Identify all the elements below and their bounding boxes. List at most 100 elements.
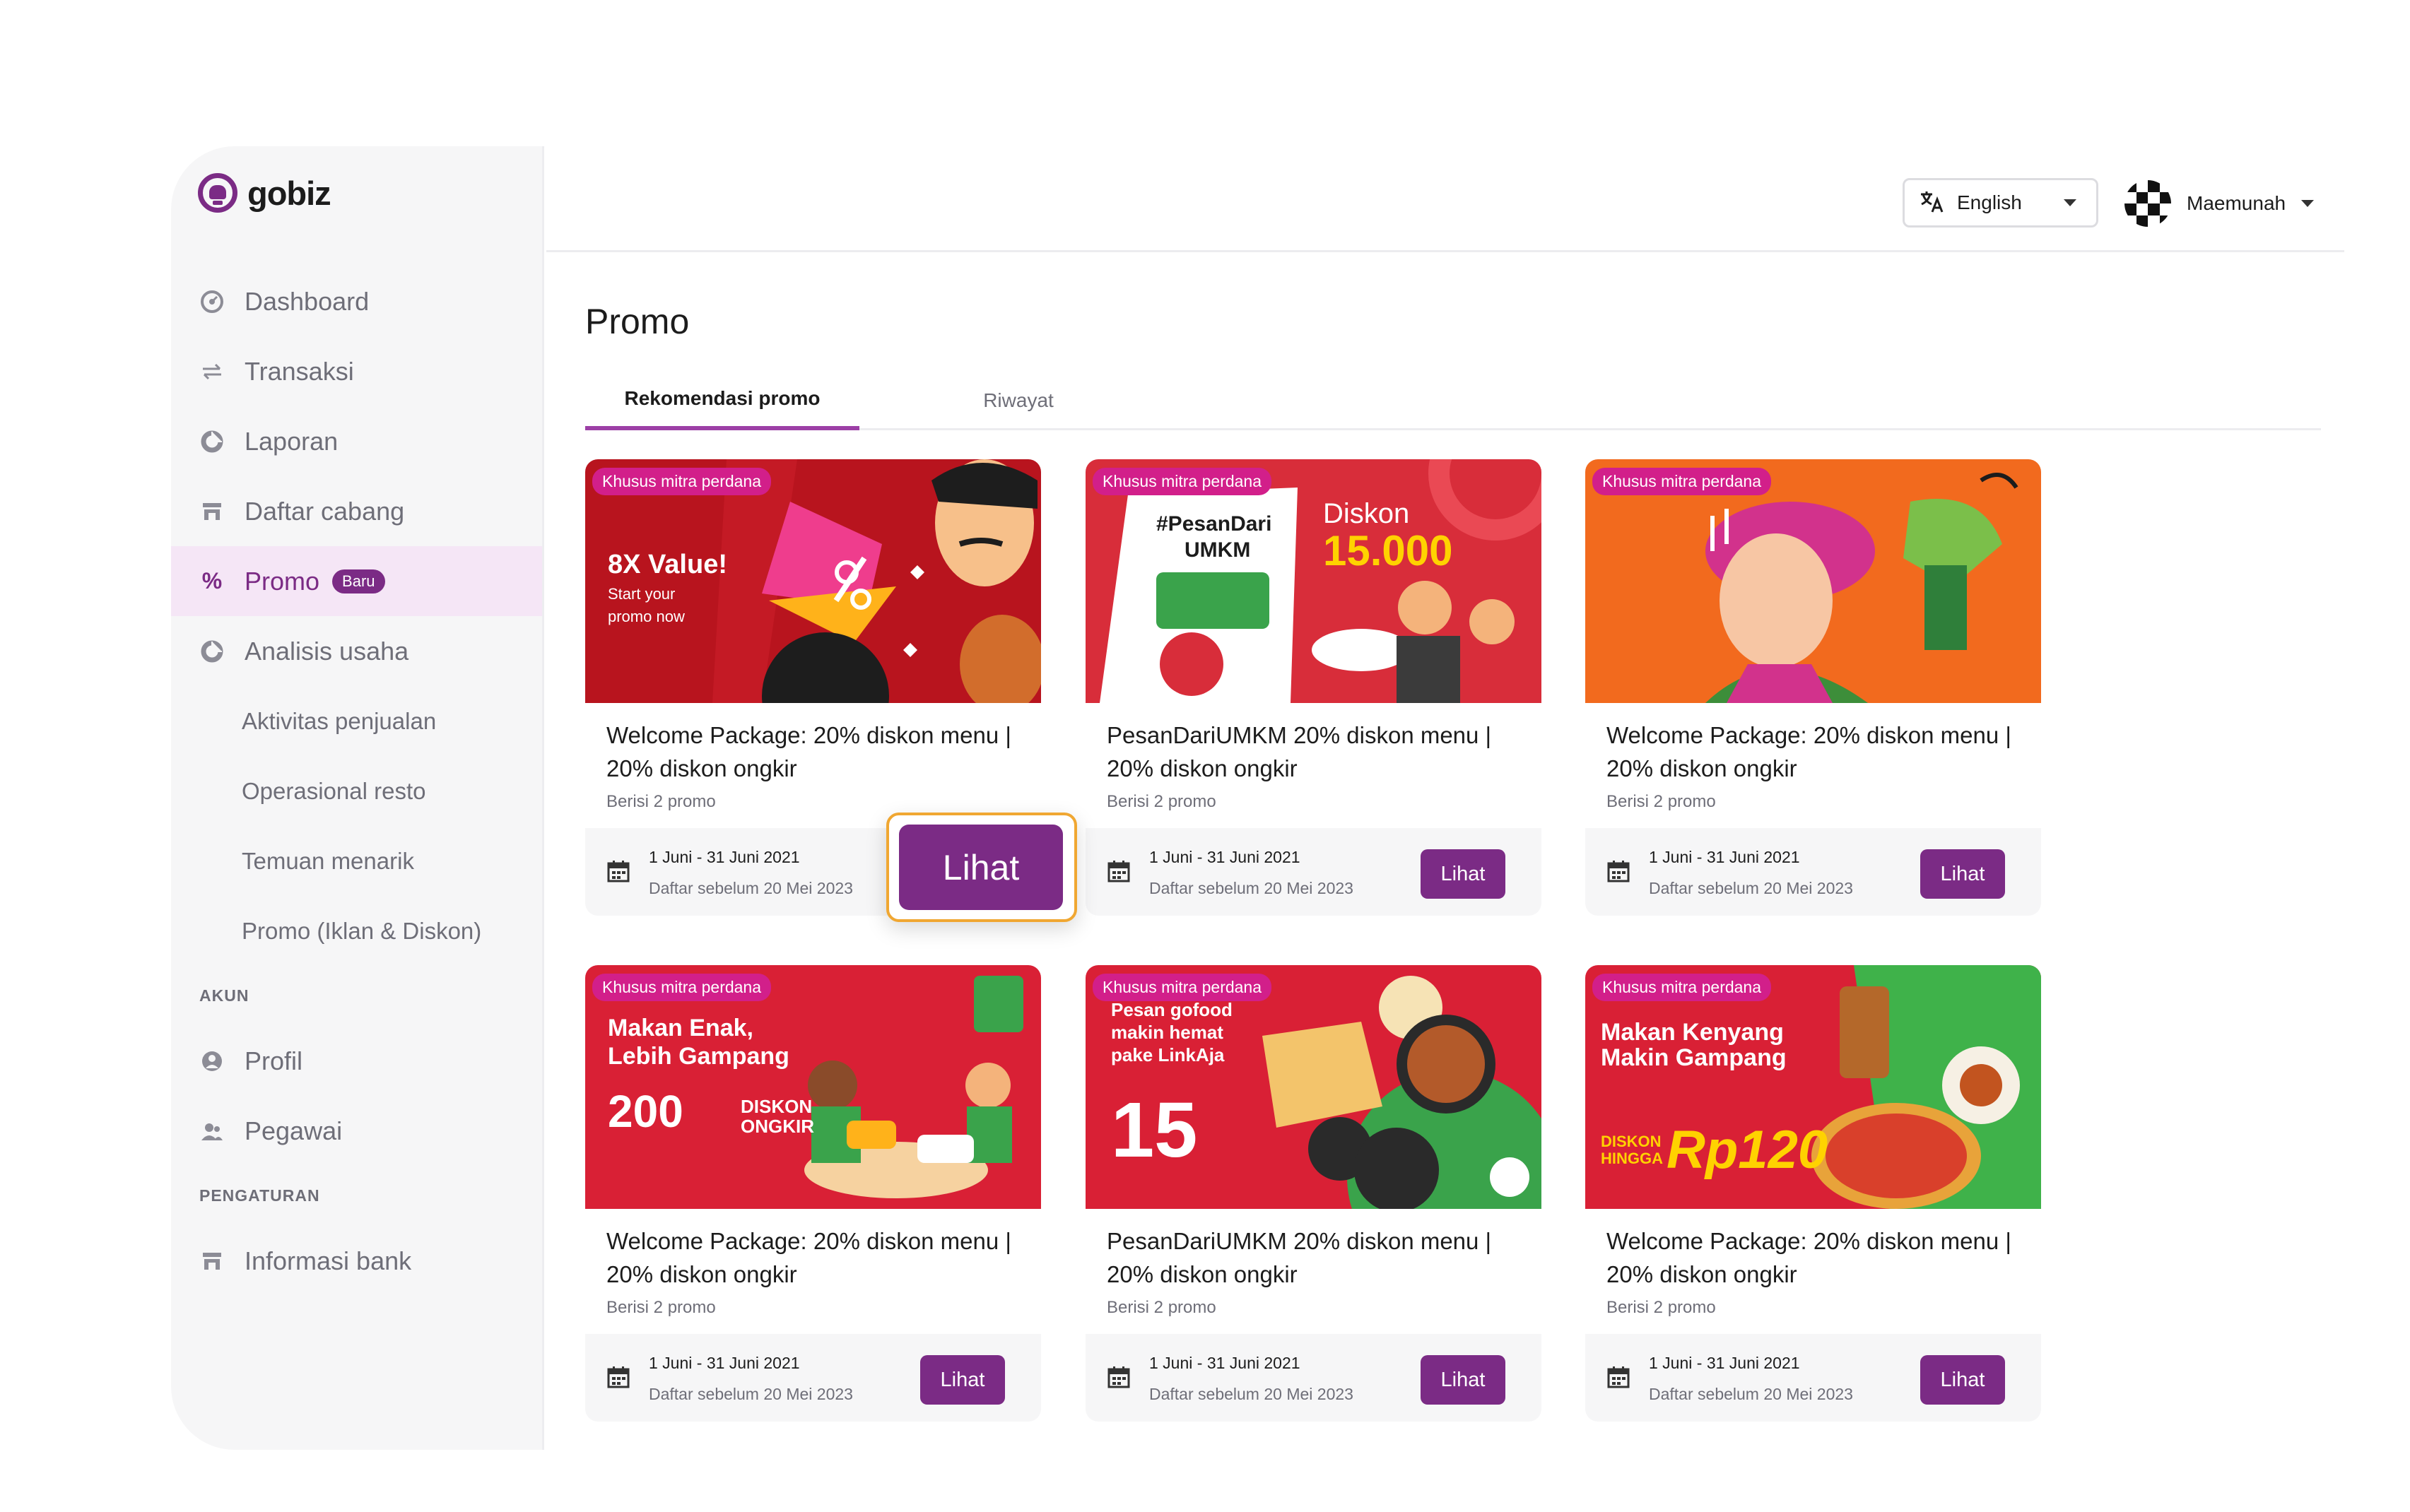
card-subtitle: Berisi 2 promo: [1606, 792, 1716, 811]
promo-card[interactable]: Khusus mitra perdana Pesan gofood makin …: [1086, 965, 1541, 1422]
calendar-icon: [607, 1366, 630, 1388]
sidebar-nav: Dashboard Transaksi Laporan Daftar caban…: [171, 266, 542, 1296]
promo-dates: 1 Juni - 31 Juni 2021: [649, 1354, 800, 1372]
promo-dates: 1 Juni - 31 Juni 2021: [1649, 848, 1800, 866]
banner-headline: #PesanDari: [1156, 512, 1272, 536]
card-subtitle: Berisi 2 promo: [1107, 792, 1216, 811]
sidebar-item-label: Analisis usaha: [245, 636, 409, 666]
card-title: PesanDariUMKM 20% diskon menu | 20% disk…: [1107, 1228, 1492, 1287]
sidebar-item-label: Laporan: [245, 426, 339, 456]
card-footer: 1 Juni - 31 Juni 2021 Daftar sebelum 20 …: [1086, 1334, 1541, 1422]
promo-banner: Khusus mitra perdana Makan Enak, Lebih G…: [585, 965, 1041, 1209]
sidebar-item-promo-iklan-diskon[interactable]: Promo (Iklan & Diskon): [171, 896, 542, 966]
language-label: English: [1957, 191, 2022, 213]
sidebar-item-label: Pegawai: [245, 1116, 343, 1145]
bank-icon: [199, 1248, 225, 1274]
banner-text: promo now: [608, 608, 685, 625]
promo-tag: Khusus mitra perdana: [1093, 468, 1272, 495]
sidebar-item-operasional-resto[interactable]: Operasional resto: [171, 756, 542, 826]
calendar-icon: [1607, 1366, 1630, 1388]
banner-amount: 15.000: [1323, 527, 1453, 574]
chevron-down-icon: [2064, 199, 2076, 206]
register-deadline: Daftar sebelum 20 Mei 2023: [1649, 1385, 1853, 1403]
card-content: Welcome Package: 20% diskon menu | 20% d…: [1585, 703, 2041, 828]
brand-name: gobiz: [247, 174, 331, 212]
promo-banner: Khusus mitra perdana Makan Kenyang Makin…: [1585, 965, 2041, 1209]
lihat-button[interactable]: Lihat: [1421, 1355, 1505, 1405]
banner-text: DISKON ONGKIR: [741, 1096, 814, 1137]
tab-bar: Rekomendasi promo Riwayat: [585, 371, 2321, 430]
card-footer: 1 Juni - 31 Juni 2021 Daftar sebelum 20 …: [585, 1334, 1041, 1422]
calendar-icon: [1607, 861, 1630, 882]
sidebar-item-temuan-menarik[interactable]: Temuan menarik: [171, 826, 542, 896]
lihat-button-highlighted[interactable]: Lihat: [899, 825, 1063, 910]
sidebar-item-dashboard[interactable]: Dashboard: [171, 266, 542, 336]
section-akun: AKUN: [199, 986, 249, 1005]
banner-headline: Lebih Gampang: [608, 1043, 789, 1070]
new-badge: Baru: [332, 569, 385, 593]
card-title: Welcome Package: 20% diskon menu | 20% d…: [1606, 1228, 2011, 1287]
banner-amount: 200: [608, 1086, 683, 1137]
sidebar-item-label: Promo: [245, 566, 320, 596]
sidebar-item-informasi-bank[interactable]: Informasi bank: [171, 1226, 542, 1296]
sidebar-item-label: Daftar cabang: [245, 496, 405, 526]
banner-headline: Makin Gampang: [1601, 1044, 1787, 1071]
card-subtitle: Berisi 2 promo: [606, 1298, 716, 1317]
lihat-button[interactable]: Lihat: [1920, 1355, 2005, 1405]
dashboard-icon: [199, 289, 225, 314]
card-footer: 1 Juni - 31 Juni 2021 Daftar sebelum 20 …: [1086, 828, 1541, 916]
brand[interactable]: gobiz: [198, 173, 331, 213]
banner-text: Diskon: [1323, 498, 1410, 529]
tab-rekomendasi-promo[interactable]: Rekomendasi promo: [585, 371, 859, 430]
user-menu[interactable]: Maemunah: [2124, 180, 2334, 227]
banner-headline: UMKM: [1185, 538, 1251, 562]
sidebar-item-label: Promo (Iklan & Diskon): [242, 917, 482, 944]
sidebar-item-promo[interactable]: % Promo Baru: [171, 546, 542, 616]
sidebar-item-pegawai[interactable]: Pegawai: [171, 1096, 542, 1166]
promo-card[interactable]: Khusus mitra perdana Welcome Package: 20…: [1585, 459, 2041, 916]
sidebar-item-laporan[interactable]: Laporan: [171, 406, 542, 476]
sidebar-item-label: Aktivitas penjualan: [242, 707, 437, 734]
sidebar-item-label: Dashboard: [245, 286, 370, 316]
sidebar-item-daftar-cabang[interactable]: Daftar cabang: [171, 476, 542, 546]
banner-text: Start your: [608, 585, 676, 603]
banner-text: makin hemat: [1111, 1022, 1223, 1043]
sidebar-item-label: Operasional resto: [242, 777, 426, 804]
promo-tag: Khusus mitra perdana: [592, 974, 772, 1001]
card-content: Welcome Package: 20% diskon menu | 20% d…: [585, 703, 1041, 828]
lihat-button[interactable]: Lihat: [920, 1355, 1005, 1405]
sidebar-item-analisis-usaha[interactable]: Analisis usaha: [171, 616, 542, 686]
card-subtitle: Berisi 2 promo: [1606, 1298, 1716, 1317]
promo-card[interactable]: Khusus mitra perdana Makan Enak, Lebih G…: [585, 965, 1041, 1422]
promo-tag: Khusus mitra perdana: [592, 468, 772, 495]
sidebar-item-aktivitas-penjualan[interactable]: Aktivitas penjualan: [171, 686, 542, 756]
tab-riwayat[interactable]: Riwayat: [902, 371, 1135, 430]
promo-banner: Khusus mitra perdana #PesanDari UMKM Dis…: [1086, 459, 1541, 703]
calendar-icon: [1107, 1366, 1130, 1388]
promo-tag: Khusus mitra perdana: [1592, 974, 1772, 1001]
transfer-icon: [199, 359, 225, 384]
language-select[interactable]: English: [1903, 178, 2098, 228]
banner-amount: Rp120: [1667, 1120, 1828, 1180]
promo-card[interactable]: Khusus mitra perdana #PesanDari UMKM Dis…: [1086, 459, 1541, 916]
promo-card[interactable]: Khusus mitra perdana Makan Kenyang Makin…: [1585, 965, 2041, 1422]
card-title: Welcome Package: 20% diskon menu | 20% d…: [1606, 722, 2011, 781]
card-content: PesanDariUMKM 20% diskon menu | 20% disk…: [1086, 1209, 1541, 1334]
lihat-button[interactable]: Lihat: [1421, 849, 1505, 899]
calendar-icon: [1107, 861, 1130, 882]
card-content: PesanDariUMKM 20% diskon menu | 20% disk…: [1086, 703, 1541, 828]
promo-tag: Khusus mitra perdana: [1093, 974, 1272, 1001]
chevron-down-icon: [2301, 200, 2315, 207]
promo-banner: Khusus mitra perdana 8X Value! Start you…: [585, 459, 1041, 703]
profile-icon: [199, 1049, 225, 1074]
lihat-button[interactable]: Lihat: [1920, 849, 2005, 899]
promo-dates: 1 Juni - 31 Juni 2021: [1149, 848, 1300, 866]
sidebar: gobiz Dashboard Transaksi Laporan Daftar…: [171, 146, 544, 1450]
user-name: Maemunah: [2187, 192, 2286, 214]
sidebar-item-transaksi[interactable]: Transaksi: [171, 336, 542, 406]
sidebar-item-label: Temuan menarik: [242, 847, 414, 874]
sidebar-item-label: Profil: [245, 1046, 303, 1075]
sidebar-item-profil[interactable]: Profil: [171, 1026, 542, 1096]
promo-banner: Khusus mitra perdana Pesan gofood makin …: [1086, 965, 1541, 1209]
banner-text: pake LinkAja: [1111, 1044, 1225, 1065]
